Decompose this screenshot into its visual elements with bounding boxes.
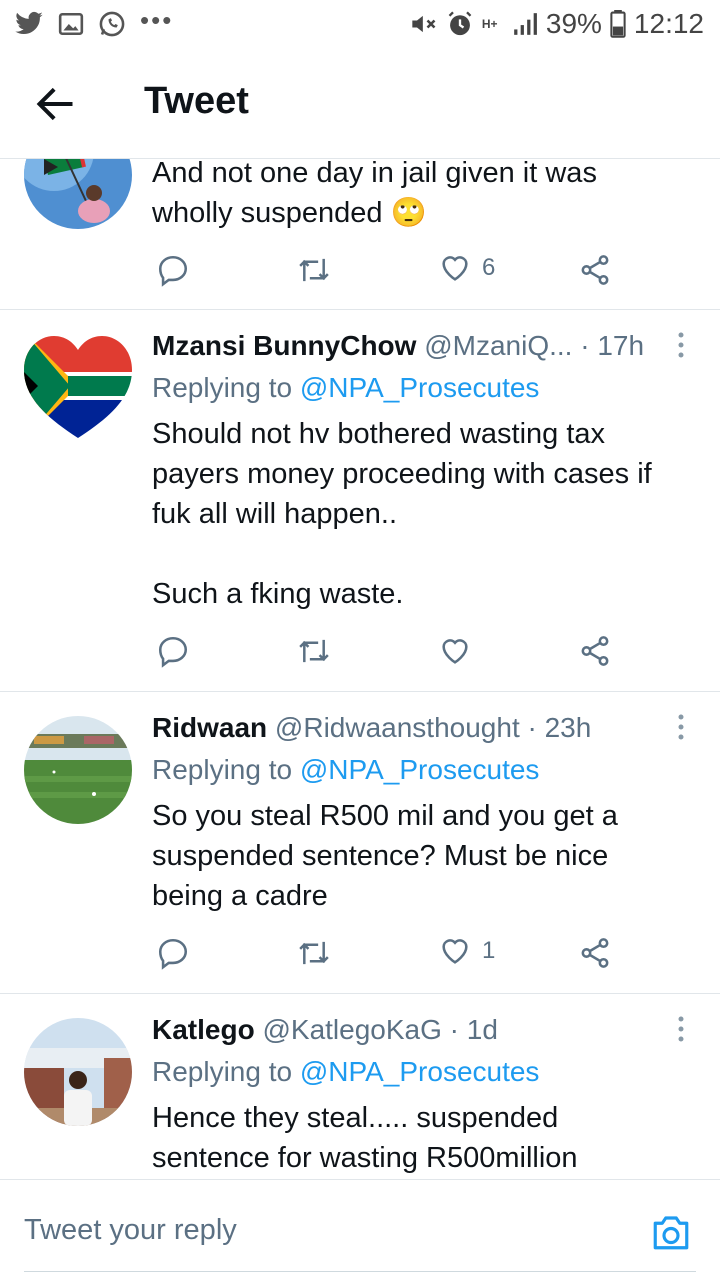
tweet-actions: 6: [152, 251, 622, 291]
page-title: Tweet: [144, 80, 249, 122]
more-options-icon[interactable]: [676, 1014, 686, 1044]
signal-icon: [514, 13, 537, 35]
tweet-item[interactable]: Mzansi BunnyChow @MzaniQ... · 17h Replyi…: [0, 310, 720, 692]
tweet-meta: Mzansi BunnyChow @MzaniQ... · 17h: [152, 330, 672, 362]
replying-to-link[interactable]: @NPA_Prosecutes: [300, 372, 540, 403]
like-button[interactable]: 1: [438, 934, 495, 968]
tweet-text: Hence they steal..... suspended sentence…: [152, 1102, 578, 1174]
tweet-actions: [152, 632, 622, 672]
replying-to: Replying to @NPA_Prosecutes: [152, 754, 540, 785]
retweet-icon[interactable]: [296, 936, 332, 970]
replying-to: Replying to @NPA_Prosecutes: [152, 1056, 540, 1087]
tweet-item[interactable]: Katlego @KatlegoKaG · 1d Replying to @NP…: [0, 994, 720, 1179]
camera-icon[interactable]: [650, 1212, 692, 1252]
retweet-icon[interactable]: [296, 253, 332, 287]
replying-to: Replying to @NPA_Prosecutes: [152, 372, 540, 403]
alarm-icon: [448, 11, 472, 36]
like-count: 1: [482, 937, 496, 964]
reply-input[interactable]: Tweet your reply: [24, 1214, 237, 1247]
back-arrow-icon[interactable]: [34, 82, 78, 126]
replying-to-link[interactable]: @NPA_Prosecutes: [300, 1056, 540, 1087]
retweet-icon[interactable]: [296, 634, 332, 668]
more-options-icon[interactable]: [676, 712, 686, 742]
tweet-text: So you steal R500 mil and you get a susp…: [152, 800, 618, 912]
avatar[interactable]: [24, 159, 132, 229]
tweet-text: And not one day in jail given it was who…: [152, 159, 597, 229]
avatar[interactable]: [24, 716, 132, 824]
heart-icon: [442, 256, 468, 281]
tweet-actions: 1: [152, 934, 622, 974]
tweet-item[interactable]: Ridwaan @Ridwaansthought · 23h Replying …: [0, 692, 720, 994]
author-handle[interactable]: @MzaniQ...: [424, 330, 572, 361]
app-header: Tweet: [0, 50, 720, 159]
heart-icon[interactable]: [438, 634, 472, 668]
more-notifications-icon: •••: [140, 4, 174, 35]
mute-icon: [412, 15, 436, 33]
tweet-time: · 1d: [449, 1014, 498, 1045]
heart-icon: [442, 939, 468, 964]
author-name[interactable]: Mzansi BunnyChow: [152, 330, 416, 361]
author-name[interactable]: Katlego: [152, 1014, 255, 1045]
network-type: H+: [481, 17, 498, 31]
whatsapp-notification-icon: [99, 11, 125, 37]
tweet-time: · 23h: [527, 712, 592, 743]
battery-percent: 39%: [545, 8, 602, 39]
tweet-item[interactable]: And not one day in jail given it was who…: [0, 159, 720, 310]
gallery-notification-icon: [58, 12, 84, 36]
author-handle[interactable]: @Ridwaansthought: [275, 712, 520, 743]
share-icon[interactable]: [578, 936, 612, 970]
replying-to-link[interactable]: @NPA_Prosecutes: [300, 754, 540, 785]
reply-icon[interactable]: [156, 936, 190, 970]
avatar[interactable]: [24, 332, 132, 440]
battery-icon: [610, 10, 626, 38]
clock: 12:12: [633, 8, 704, 39]
share-icon[interactable]: [578, 253, 612, 287]
tweet-meta: Ridwaan @Ridwaansthought · 23h: [152, 712, 672, 744]
replies-feed[interactable]: And not one day in jail given it was who…: [0, 159, 720, 1179]
reply-icon[interactable]: [156, 253, 190, 287]
like-count: 6: [482, 254, 496, 281]
avatar[interactable]: [24, 1018, 132, 1126]
tweet-text: Should not hv bothered wasting tax payer…: [152, 418, 652, 610]
input-underline: [24, 1271, 696, 1272]
reply-composer[interactable]: Tweet your reply: [0, 1179, 720, 1281]
tweet-meta: Katlego @KatlegoKaG · 1d: [152, 1014, 672, 1046]
tweet-time: · 17h: [580, 330, 645, 361]
like-button[interactable]: 6: [438, 251, 495, 285]
author-handle[interactable]: @KatlegoKaG: [262, 1014, 441, 1045]
reply-icon[interactable]: [156, 634, 190, 668]
author-name[interactable]: Ridwaan: [152, 712, 267, 743]
twitter-notification-icon: [15, 11, 43, 35]
share-icon[interactable]: [578, 634, 612, 668]
status-bar: ••• H+ 39% 12:12: [0, 0, 720, 50]
more-options-icon[interactable]: [676, 330, 686, 360]
